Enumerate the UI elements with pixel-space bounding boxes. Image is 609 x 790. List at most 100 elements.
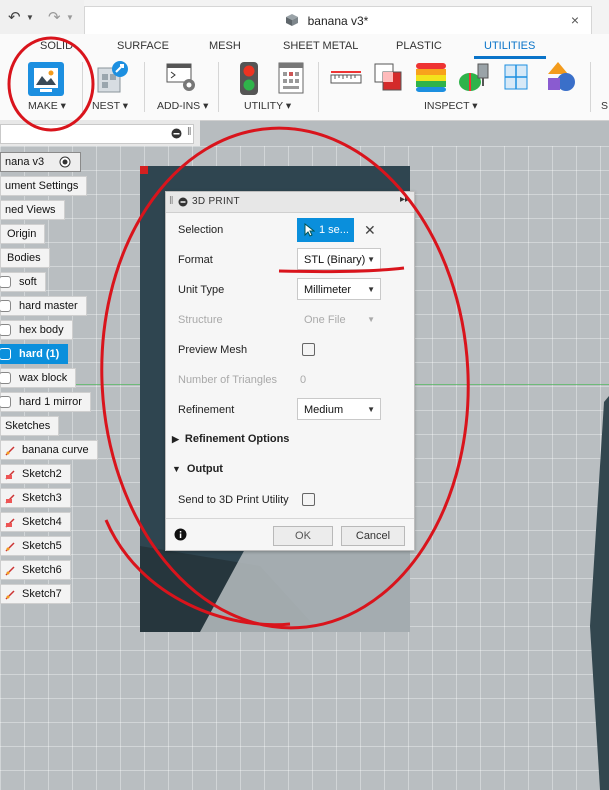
- sketch-item-sketch4[interactable]: Sketch4: [0, 512, 71, 532]
- info-icon[interactable]: [174, 528, 187, 541]
- browser-item-named-views[interactable]: ned Views: [0, 200, 65, 220]
- interference-icon[interactable]: [372, 61, 404, 93]
- cancel-button[interactable]: Cancel: [341, 526, 405, 546]
- close-tab-button[interactable]: ×: [571, 12, 579, 28]
- sketch-item-sketch3[interactable]: Sketch3: [0, 488, 71, 508]
- report-icon[interactable]: [278, 62, 304, 94]
- preview-mesh-checkbox[interactable]: [302, 343, 315, 356]
- browser-item-bodies[interactable]: Bodies: [0, 248, 50, 268]
- browser-item-document-settings[interactable]: ument Settings: [0, 176, 88, 196]
- document-tab[interactable]: banana v3* ×: [84, 6, 592, 35]
- nest-icon[interactable]: [96, 60, 130, 96]
- unit-type-dropdown[interactable]: Millimeter ▼: [297, 278, 381, 300]
- tab-mesh[interactable]: MESH: [209, 40, 241, 52]
- selection-marker: [140, 166, 148, 174]
- measure-icon[interactable]: [330, 70, 362, 86]
- collapse-icon[interactable]: [171, 128, 182, 139]
- refinement-dropdown[interactable]: Medium ▼: [297, 398, 381, 420]
- 3d-print-dialog: ‖ 3D PRINT ▸▸ Selection 1 se... ✕ Format…: [165, 191, 415, 551]
- sketch-item-sketch6[interactable]: Sketch6: [0, 560, 71, 580]
- component-color-icon[interactable]: [544, 60, 578, 94]
- format-label: Format: [178, 254, 213, 266]
- quick-access-toolbar: ↶ ▼ ↷ ▼: [0, 0, 84, 34]
- ribbon-divider: [218, 62, 219, 112]
- tab-sheet-metal[interactable]: SHEET METAL: [283, 40, 358, 52]
- chevron-down-icon: ▼: [367, 405, 375, 414]
- tab-utilities[interactable]: UTILITIES: [484, 40, 535, 52]
- drag-handle-icon[interactable]: ‖: [169, 195, 174, 207]
- sketch-item-sketch7[interactable]: Sketch7: [0, 584, 71, 604]
- visibility-checkbox[interactable]: [0, 324, 11, 337]
- sketch-label: Sketch5: [22, 540, 62, 552]
- tab-surface[interactable]: SURFACE: [117, 40, 169, 52]
- sketch-icon: [5, 518, 15, 528]
- clear-selection-icon[interactable]: ✕: [364, 222, 376, 239]
- ok-button[interactable]: OK: [273, 526, 333, 546]
- tab-solid[interactable]: SOLID: [40, 40, 73, 52]
- structure-dropdown: One File ▼: [297, 308, 381, 330]
- browser-item-sketches[interactable]: Sketches: [0, 416, 60, 436]
- add-ins-group-label[interactable]: ADD-INS ▾: [157, 100, 208, 112]
- expand-icon[interactable]: ▸▸: [400, 194, 410, 205]
- browser-item-origin[interactable]: Origin: [0, 224, 46, 244]
- sketch-item-banana-curve[interactable]: banana curve: [0, 440, 98, 460]
- redo-dropdown-icon[interactable]: ▼: [66, 13, 74, 22]
- add-ins-icon[interactable]: [166, 62, 198, 94]
- truncated-group-label[interactable]: S: [601, 100, 608, 112]
- browser-item-label: ned Views: [5, 204, 56, 216]
- sketch-icon: [5, 470, 15, 480]
- refinement-options-section[interactable]: ▶ Refinement Options: [172, 433, 289, 445]
- sketch-label: banana curve: [22, 444, 89, 456]
- activate-radio-icon[interactable]: [59, 156, 71, 168]
- 3d-print-icon[interactable]: [27, 61, 65, 97]
- ribbon-divider: [590, 62, 591, 112]
- sketch-icon: [5, 494, 15, 504]
- ribbon-divider: [82, 62, 83, 112]
- browser-root[interactable]: nana v3: [0, 152, 81, 172]
- zebra-analysis-icon[interactable]: [414, 60, 448, 94]
- visibility-checkbox[interactable]: [0, 372, 11, 385]
- body-item-hex-body[interactable]: hex body: [0, 320, 73, 340]
- send-to-print-utility-checkbox[interactable]: [302, 493, 315, 506]
- body-item-hard-1-mirror[interactable]: hard 1 mirror: [0, 392, 91, 412]
- sketch-item-sketch5[interactable]: Sketch5: [0, 536, 71, 556]
- body-label: hex body: [19, 324, 64, 336]
- dialog-header[interactable]: ‖ 3D PRINT ▸▸: [166, 192, 414, 213]
- browser-header-box: ‖: [0, 124, 194, 144]
- make-group-label[interactable]: MAKE ▾: [28, 100, 66, 112]
- sketch-label: Sketch2: [22, 468, 62, 480]
- visibility-checkbox[interactable]: [0, 276, 11, 289]
- traffic-light-icon[interactable]: [238, 61, 260, 97]
- collapse-icon[interactable]: [178, 197, 188, 207]
- undo-dropdown-icon[interactable]: ▼: [26, 13, 34, 22]
- sketch-icon: [5, 590, 15, 600]
- visibility-checkbox[interactable]: [0, 396, 11, 409]
- resize-grip[interactable]: ‖: [187, 126, 192, 138]
- model-edge: [590, 396, 609, 790]
- utility-group-label[interactable]: UTILITY ▾: [244, 100, 291, 112]
- body-item-wax-block[interactable]: wax block: [0, 368, 77, 388]
- nest-group-label[interactable]: NEST ▾: [92, 100, 128, 112]
- draft-analysis-icon[interactable]: [458, 60, 492, 94]
- visibility-checkbox[interactable]: [0, 300, 11, 313]
- send-to-print-utility-label: Send to 3D Print Utility: [178, 494, 289, 506]
- undo-button[interactable]: ↶: [8, 8, 21, 26]
- sketch-label: Sketch3: [22, 492, 62, 504]
- dialog-footer-divider: [166, 518, 414, 519]
- section-analysis-icon[interactable]: [504, 62, 532, 92]
- format-dropdown[interactable]: STL (Binary) ▼: [297, 248, 381, 270]
- refinement-value: Medium: [304, 404, 344, 416]
- selection-button[interactable]: 1 se...: [297, 218, 354, 242]
- ribbon-divider: [144, 62, 145, 112]
- redo-button[interactable]: ↷: [48, 8, 61, 26]
- body-item-soft[interactable]: soft: [0, 272, 46, 292]
- visibility-checkbox[interactable]: [0, 348, 11, 361]
- body-item-hard-1[interactable]: hard (1): [0, 344, 69, 364]
- tab-plastic[interactable]: PLASTIC: [396, 40, 442, 52]
- inspect-group-label[interactable]: INSPECT ▾: [424, 100, 478, 112]
- body-item-hard-master[interactable]: hard master: [0, 296, 87, 316]
- selection-label: Selection: [178, 224, 224, 236]
- active-tab-indicator: [474, 56, 546, 59]
- output-section[interactable]: ▼ Output: [172, 463, 223, 475]
- sketch-item-sketch2[interactable]: Sketch2: [0, 464, 71, 484]
